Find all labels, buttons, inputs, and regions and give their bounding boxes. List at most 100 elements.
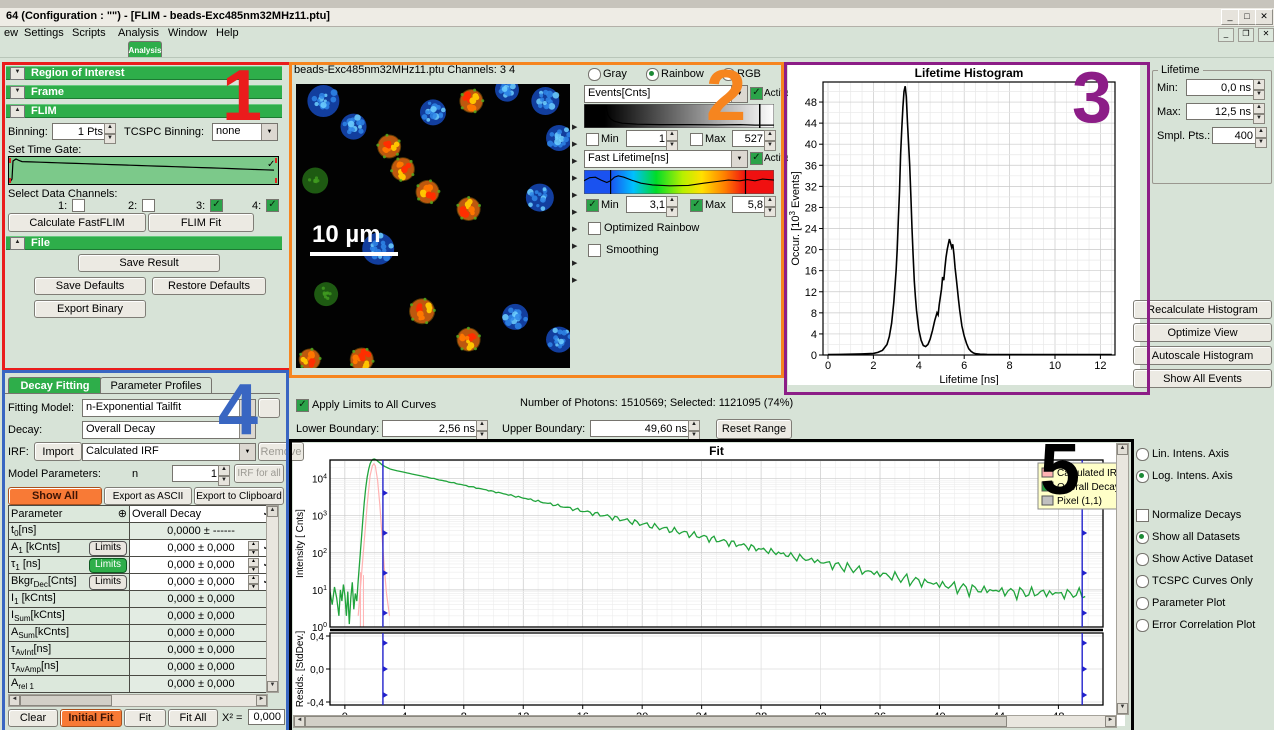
apply-limits-checkbox[interactable] (296, 399, 309, 412)
menu-item-analysis[interactable]: Analysis (118, 27, 159, 39)
menu-item-scripts[interactable]: Scripts (72, 27, 106, 39)
menu-item-view[interactable]: ew (4, 27, 18, 39)
upper-boundary-input[interactable]: 49,60 ns (590, 420, 691, 437)
show-active-dataset-radio[interactable] (1136, 553, 1149, 566)
lifetime-colorbar[interactable] (584, 170, 774, 194)
intensity-colorbar[interactable] (584, 104, 774, 128)
tcspc-binning-dropdown[interactable]: none (212, 123, 278, 141)
mdi-restore-icon[interactable]: ❐ (1238, 28, 1254, 42)
lifetime-max-input[interactable]: 12,5 ns (1186, 103, 1255, 120)
collapse-icon[interactable]: ▼ (10, 67, 25, 80)
layer2-max-input[interactable]: 5,8 (732, 196, 767, 213)
table-hscrollbar[interactable]: ◄ ► (8, 694, 268, 707)
param-value-stepper[interactable] (248, 541, 259, 555)
globe-icon[interactable]: ⊕ (118, 507, 127, 520)
lower-boundary-stepper[interactable] (476, 420, 488, 437)
show-all-button[interactable]: Show All (8, 487, 102, 505)
fit-all-button[interactable]: Fit All (168, 709, 218, 727)
limits-button[interactable]: Limits (89, 575, 127, 590)
layer1-source-dropdown[interactable]: Events[Cnts] (584, 85, 748, 103)
channel-1-checkbox[interactable] (72, 199, 85, 212)
panel-splitter[interactable]: ▶▶▶▶▶▶▶▶▶▶ (571, 84, 580, 368)
tab-analysis[interactable]: Analysis (128, 41, 162, 58)
section-header-flim[interactable]: ▲ FLIM (6, 104, 282, 118)
clear-button[interactable]: Clear (8, 709, 58, 727)
save-defaults-button[interactable]: Save Defaults (34, 277, 146, 295)
optimize-view-button[interactable]: Optimize View (1133, 323, 1272, 342)
channel-2-checkbox[interactable] (142, 199, 155, 212)
lifetime-min-stepper[interactable] (1253, 79, 1265, 96)
tab-decay-fitting[interactable]: Decay Fitting (8, 377, 102, 394)
layer1-min-checkbox[interactable] (586, 133, 599, 146)
layer1-max-stepper[interactable] (764, 130, 776, 147)
limits-button[interactable]: Limits (89, 541, 127, 556)
fitting-model-extra-button[interactable] (258, 398, 280, 418)
export-clipboard-button[interactable]: Export to Clipboard (194, 487, 284, 505)
section-header-file[interactable]: ▲ File (6, 236, 282, 250)
irf-import-button[interactable]: Import (34, 442, 82, 461)
error-correlation-plot-radio[interactable] (1136, 619, 1149, 632)
normalize-decays-checkbox[interactable] (1136, 509, 1149, 522)
irf-for-all-button[interactable]: IRF for all (234, 464, 284, 483)
export-binary-button[interactable]: Export Binary (34, 300, 146, 318)
close-icon[interactable]: ✕ (1255, 9, 1273, 25)
param-value-cell[interactable]: 0,000 ± 0,000✓ (130, 540, 273, 557)
layer2-source-dropdown[interactable]: Fast Lifetime[ns] (584, 150, 748, 168)
export-ascii-button[interactable]: Export as ASCII (104, 487, 192, 505)
channel-3-checkbox[interactable] (210, 199, 223, 212)
channel-4-checkbox[interactable] (266, 199, 279, 212)
lifetime-max-stepper[interactable] (1253, 103, 1265, 120)
limits-button[interactable]: Limits (89, 558, 127, 573)
calculate-fastflim-button[interactable]: Calculate FastFLIM (8, 213, 146, 232)
collapse-icon[interactable]: ▲ (10, 105, 25, 118)
lin-intens-axis-radio[interactable] (1136, 448, 1149, 461)
show-all-events-button[interactable]: Show All Events (1133, 369, 1272, 388)
layer2-min-stepper[interactable] (666, 196, 678, 213)
layer1-max-checkbox[interactable] (690, 133, 703, 146)
rainbow-radio[interactable] (646, 68, 659, 81)
autoscale-histogram-button[interactable]: Autoscale Histogram (1133, 346, 1272, 365)
flim-fit-button[interactable]: FLIM Fit (148, 213, 254, 232)
initial-fit-button[interactable]: Initial Fit (60, 709, 122, 727)
log-intens-axis-radio[interactable] (1136, 470, 1149, 483)
binning-input[interactable]: 1 Pts (52, 123, 107, 140)
save-result-button[interactable]: Save Result (78, 254, 220, 272)
irf-dropdown[interactable]: Calculated IRF (82, 443, 256, 461)
lifetime-min-input[interactable]: 0,0 ns (1186, 79, 1255, 96)
sample-points-stepper[interactable] (1255, 127, 1267, 144)
layer2-min-checkbox[interactable] (586, 199, 599, 212)
fitting-model-dropdown[interactable]: n-Exponential Tailfit (82, 399, 256, 417)
table-vscrollbar[interactable]: ▲ ▼ (266, 505, 279, 693)
binning-stepper[interactable] (104, 123, 116, 140)
restore-defaults-button[interactable]: Restore Defaults (152, 277, 266, 295)
minimize-icon[interactable]: _ (1221, 9, 1239, 25)
fitplot-hscrollbar[interactable]: ◄ ► (293, 715, 1117, 728)
section-header-frame[interactable]: ▼ Frame (6, 85, 282, 99)
collapse-icon[interactable]: ▲ (10, 237, 25, 250)
layer2-max-stepper[interactable] (764, 196, 776, 213)
mdi-close-icon[interactable]: ✕ (1258, 28, 1274, 42)
tcspc-curves-only-radio[interactable] (1136, 575, 1149, 588)
fit-button[interactable]: Fit (124, 709, 166, 727)
param-value-cell[interactable]: 0,000 ± 0,000✓ (130, 557, 273, 574)
param-value-stepper[interactable] (248, 575, 259, 589)
menu-item-settings[interactable]: Settings (24, 27, 64, 39)
layer1-min-stepper[interactable] (666, 130, 678, 147)
layer1-active-checkbox[interactable] (750, 87, 763, 100)
param-value-stepper[interactable] (248, 558, 259, 572)
lower-boundary-input[interactable]: 2,56 ns (382, 420, 479, 437)
menu-item-window[interactable]: Window (168, 27, 207, 39)
rgb-radio[interactable] (722, 68, 735, 81)
decay-dropdown[interactable]: Overall Decay (82, 421, 256, 439)
layer2-max-checkbox[interactable] (690, 199, 703, 212)
layer2-active-checkbox[interactable] (750, 152, 763, 165)
section-header-roi[interactable]: ▼ Region of Interest (6, 66, 282, 80)
time-gate-preview[interactable]: ✓ (8, 156, 279, 185)
gray-radio[interactable] (588, 68, 601, 81)
recalculate-histogram-button[interactable]: Recalculate Histogram (1133, 300, 1272, 319)
menu-item-help[interactable]: Help (216, 27, 239, 39)
reset-range-button[interactable]: Reset Range (716, 419, 792, 439)
flim-image[interactable]: 10 µm (296, 84, 570, 368)
collapse-icon[interactable]: ▼ (10, 86, 25, 99)
sample-points-input[interactable]: 400 (1212, 127, 1257, 144)
